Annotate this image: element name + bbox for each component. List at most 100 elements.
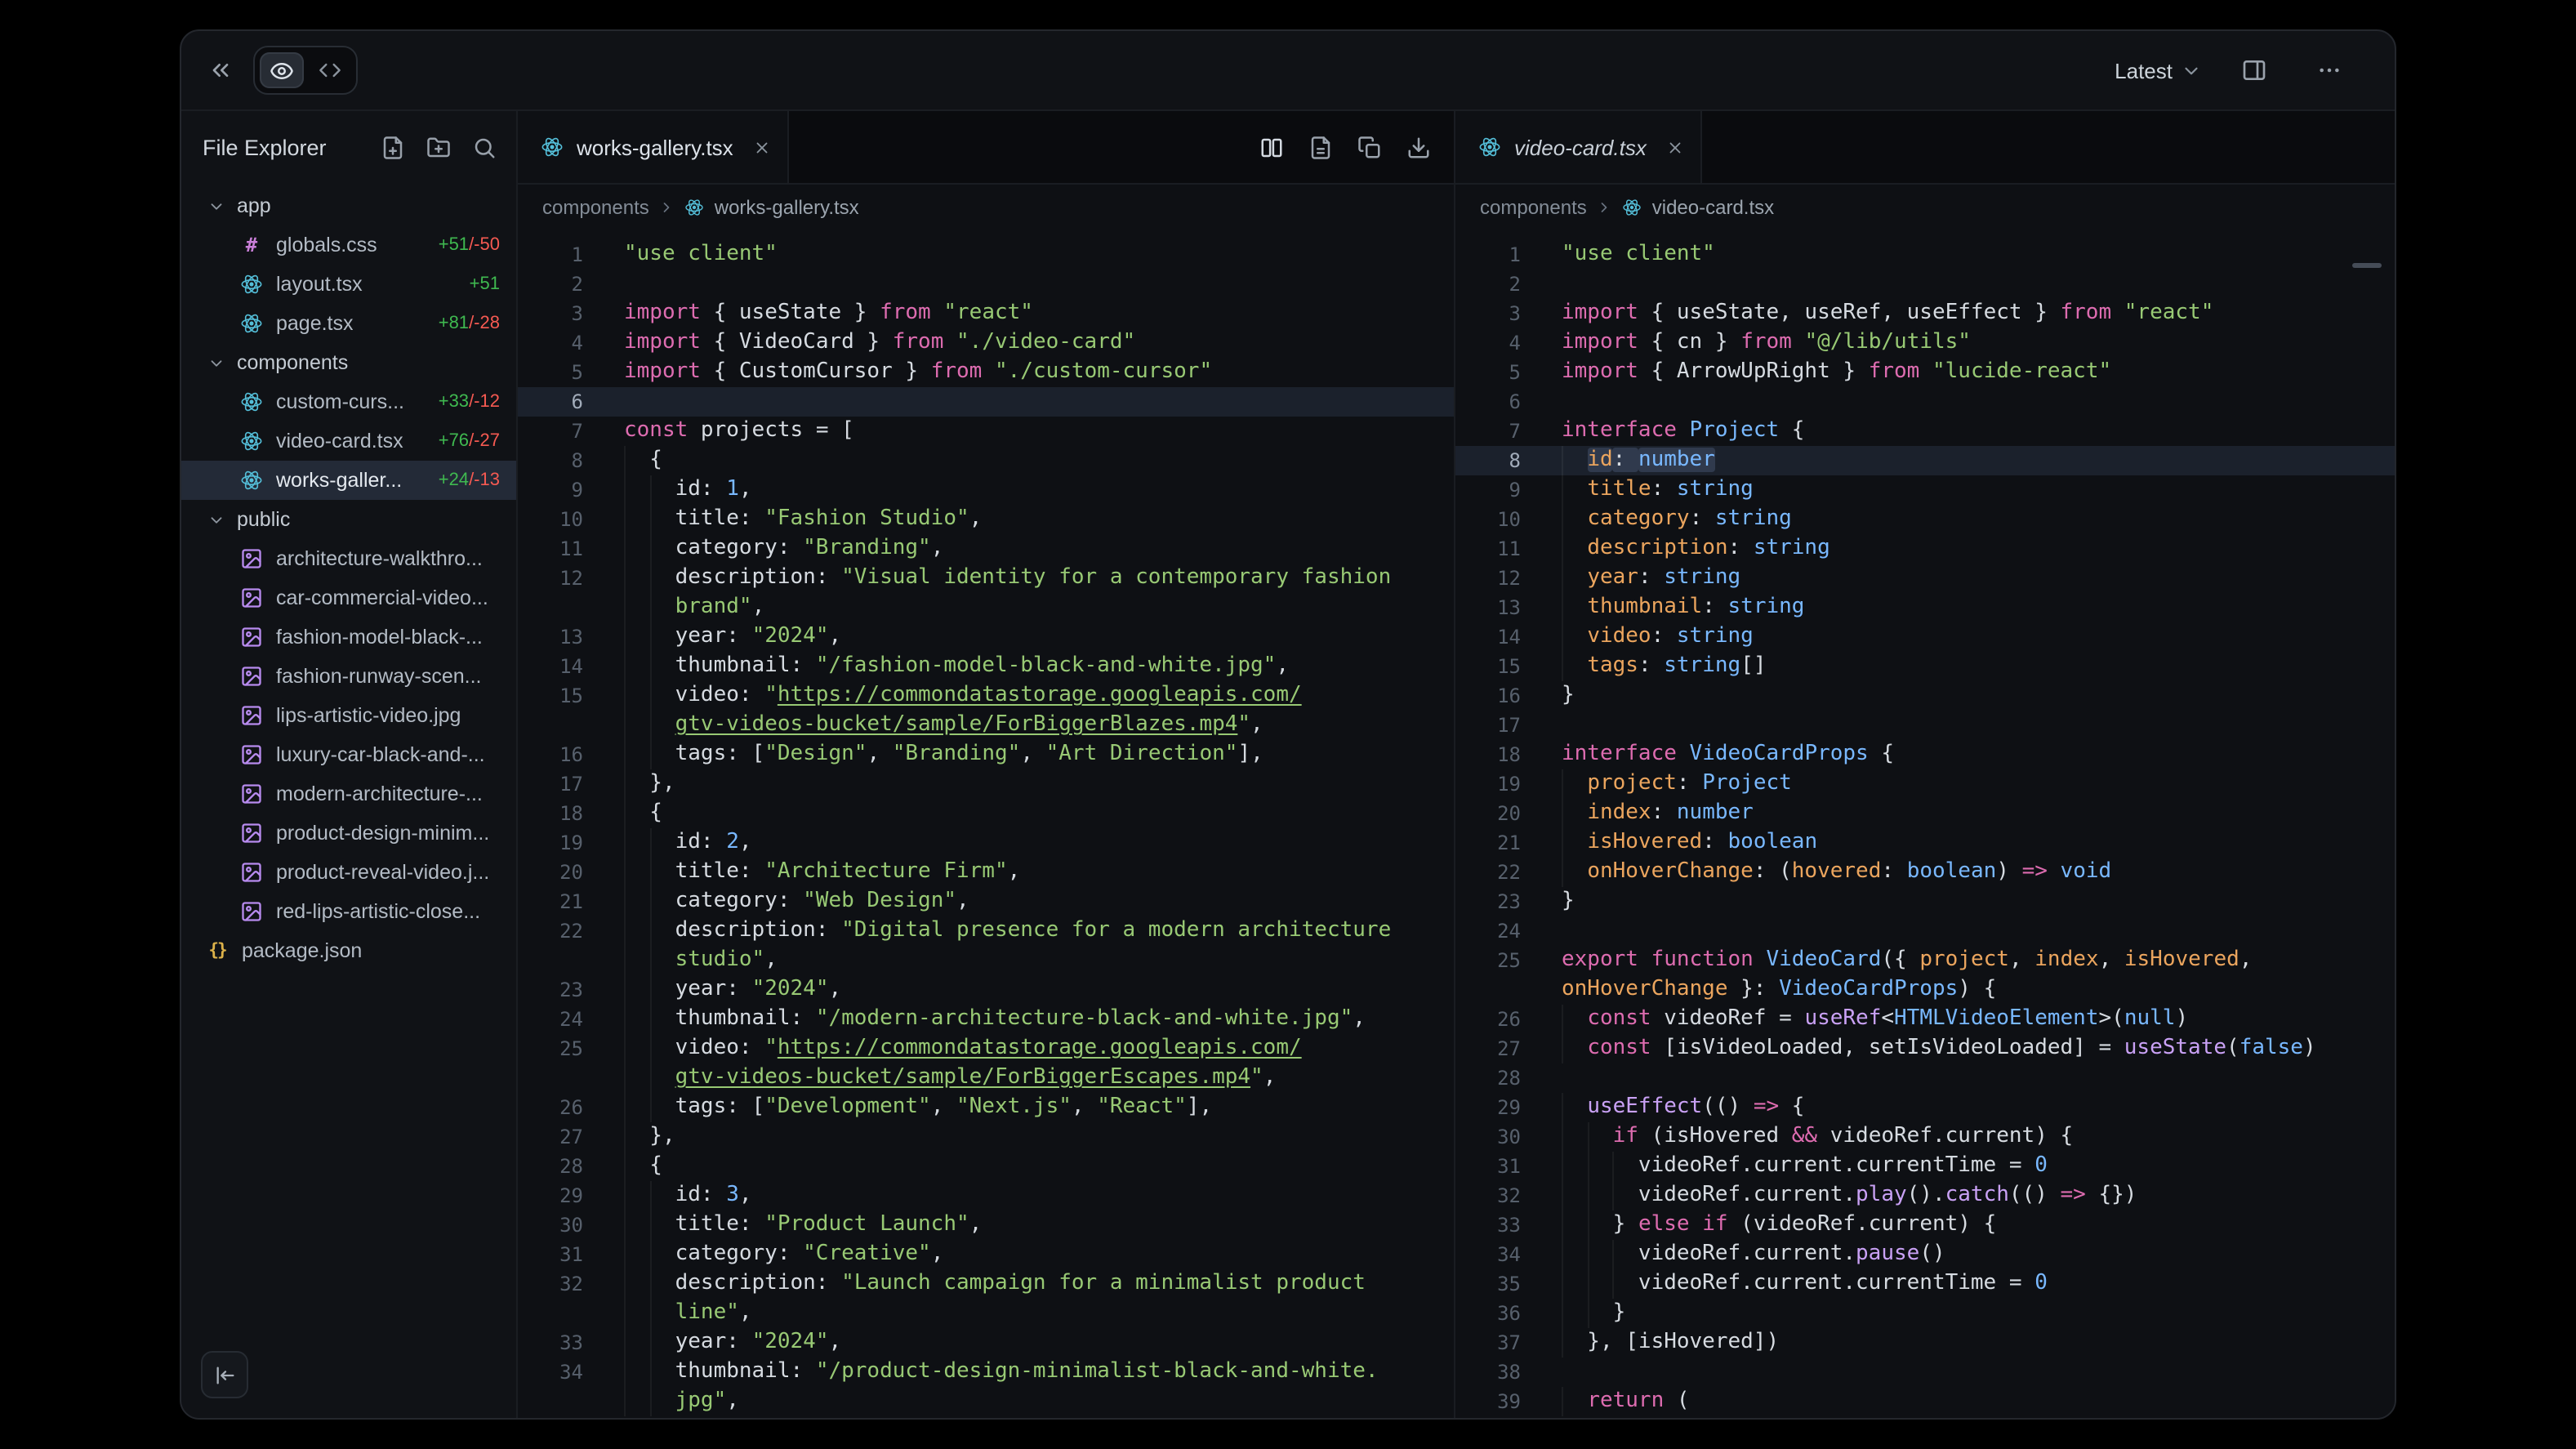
code-line[interactable]: 34 videoRef.current.pause(): [1455, 1240, 2395, 1269]
tree-item[interactable]: layout.tsx+51: [181, 265, 516, 304]
code-line[interactable]: 30 if (isHovered && videoRef.current) {: [1455, 1122, 2395, 1152]
more-menu-button[interactable]: [2306, 47, 2352, 93]
preview-toggle-button[interactable]: [260, 52, 304, 88]
code-line[interactable]: line",: [518, 1299, 1454, 1328]
tree-item[interactable]: architecture-walkthro...: [181, 539, 516, 578]
code-line[interactable]: 9 id: 1,: [518, 475, 1454, 505]
code-line[interactable]: 4import { cn } from "@/lib/utils": [1455, 328, 2395, 358]
tree-folder[interactable]: app: [181, 186, 516, 225]
code-line[interactable]: 12 description: "Visual identity for a c…: [518, 564, 1454, 593]
code-line[interactable]: 23}: [1455, 887, 2395, 916]
code-line[interactable]: 16 tags: ["Design", "Branding", "Art Dir…: [518, 740, 1454, 769]
code-line[interactable]: 25 video: "https://commondatastorage.goo…: [518, 1034, 1454, 1063]
tree-folder[interactable]: components: [181, 343, 516, 382]
code-line[interactable]: 30 title: "Product Launch",: [518, 1210, 1454, 1240]
code-line[interactable]: 26 tags: ["Development", "Next.js", "Rea…: [518, 1093, 1454, 1122]
code-line[interactable]: 21 isHovered: boolean: [1455, 828, 2395, 858]
code-line[interactable]: 2: [518, 270, 1454, 299]
scrollbar-thumb[interactable]: [2352, 263, 2382, 268]
breadcrumb-folder[interactable]: components: [542, 196, 649, 219]
tree-item[interactable]: video-card.tsx+76/-27: [181, 421, 516, 461]
code-line[interactable]: studio",: [518, 946, 1454, 975]
code-line[interactable]: 6: [518, 387, 1454, 417]
tab-video-card[interactable]: video-card.tsx: [1455, 111, 1702, 183]
code-line[interactable]: 1"use client": [518, 240, 1454, 270]
code-line[interactable]: 33 year: "2024",: [518, 1328, 1454, 1358]
code-line[interactable]: 1"use client": [1455, 240, 2395, 270]
copy-icon[interactable]: [1357, 135, 1382, 159]
code-line[interactable]: 20 index: number: [1455, 799, 2395, 828]
code-line[interactable]: 6: [1455, 387, 2395, 417]
download-icon[interactable]: [1406, 135, 1431, 159]
code-line[interactable]: 13 year: "2024",: [518, 622, 1454, 652]
version-dropdown[interactable]: Latest: [2115, 58, 2202, 82]
code-line[interactable]: 37 }, [isHovered]): [1455, 1328, 2395, 1358]
code-line[interactable]: 27 const [isVideoLoaded, setIsVideoLoade…: [1455, 1034, 2395, 1063]
tree-item[interactable]: product-reveal-video.j...: [181, 853, 516, 892]
code-line[interactable]: 3import { useState } from "react": [518, 299, 1454, 328]
code-line[interactable]: 10 category: string: [1455, 505, 2395, 534]
code-line[interactable]: 14 video: string: [1455, 622, 2395, 652]
code-line[interactable]: jpg",: [518, 1387, 1454, 1416]
tab-works-gallery[interactable]: works-gallery.tsx: [518, 111, 789, 183]
new-folder-icon[interactable]: [426, 135, 451, 159]
tree-item[interactable]: fashion-model-black-...: [181, 617, 516, 657]
tree-item[interactable]: product-design-minim...: [181, 814, 516, 853]
code-editor-right[interactable]: 1"use client"23import { useState, useRef…: [1455, 230, 2395, 1418]
code-line[interactable]: 17 },: [518, 769, 1454, 799]
code-line[interactable]: 3import { useState, useRef, useEffect } …: [1455, 299, 2395, 328]
code-line[interactable]: 31 videoRef.current.currentTime = 0: [1455, 1152, 2395, 1181]
split-columns-icon[interactable]: [1259, 135, 1284, 159]
new-file-icon[interactable]: [381, 135, 405, 159]
code-line[interactable]: 7const projects = [: [518, 417, 1454, 446]
code-line[interactable]: 32 description: "Launch campaign for a m…: [518, 1269, 1454, 1299]
tree-item[interactable]: lips-artistic-video.jpg: [181, 696, 516, 735]
code-line[interactable]: 10 title: "Fashion Studio",: [518, 505, 1454, 534]
code-line[interactable]: 11 description: string: [1455, 534, 2395, 564]
code-line[interactable]: 2: [1455, 270, 2395, 299]
code-line[interactable]: 29 id: 3,: [518, 1181, 1454, 1210]
code-line[interactable]: 28: [1455, 1063, 2395, 1093]
code-line[interactable]: 25export function VideoCard({ project, i…: [1455, 946, 2395, 975]
code-line[interactable]: 38: [1455, 1358, 2395, 1387]
code-line[interactable]: 27 },: [518, 1122, 1454, 1152]
code-line[interactable]: 24: [1455, 916, 2395, 946]
code-line[interactable]: 8 {: [518, 446, 1454, 475]
code-line[interactable]: 19 id: 2,: [518, 828, 1454, 858]
code-line[interactable]: brand",: [518, 593, 1454, 622]
breadcrumb-file[interactable]: works-gallery.tsx: [715, 196, 859, 219]
code-line[interactable]: 31 category: "Creative",: [518, 1240, 1454, 1269]
code-line[interactable]: 15 tags: string[]: [1455, 652, 2395, 681]
code-line[interactable]: 17: [1455, 711, 2395, 740]
code-toggle-button[interactable]: [307, 52, 351, 88]
code-line[interactable]: gtv-videos-bucket/sample/ForBiggerBlazes…: [518, 711, 1454, 740]
code-line[interactable]: 35 videoRef.current.currentTime = 0: [1455, 1269, 2395, 1299]
code-line[interactable]: 28 {: [518, 1152, 1454, 1181]
code-line[interactable]: 7interface Project {: [1455, 417, 2395, 446]
tree-item[interactable]: modern-architecture-...: [181, 774, 516, 814]
code-line[interactable]: 26 const videoRef = useRef<HTMLVideoElem…: [1455, 1005, 2395, 1034]
code-line[interactable]: 18 {: [518, 799, 1454, 828]
code-line[interactable]: 23 year: "2024",: [518, 975, 1454, 1005]
tree-item[interactable]: red-lips-artistic-close...: [181, 892, 516, 931]
code-line[interactable]: 14 thumbnail: "/fashion-model-black-and-…: [518, 652, 1454, 681]
code-line[interactable]: 18interface VideoCardProps {: [1455, 740, 2395, 769]
code-line[interactable]: 15 video: "https://commondatastorage.goo…: [518, 681, 1454, 711]
code-line[interactable]: 13 thumbnail: string: [1455, 593, 2395, 622]
close-icon[interactable]: [753, 138, 771, 156]
search-icon[interactable]: [472, 135, 497, 159]
code-line[interactable]: 16}: [1455, 681, 2395, 711]
code-line[interactable]: 20 title: "Architecture Firm",: [518, 858, 1454, 887]
code-line[interactable]: 29 useEffect(() => {: [1455, 1093, 2395, 1122]
collapse-panel-button[interactable]: [198, 47, 243, 93]
breadcrumb-folder[interactable]: components: [1480, 196, 1587, 219]
code-line[interactable]: 4import { VideoCard } from "./video-card…: [518, 328, 1454, 358]
code-line[interactable]: 5import { CustomCursor } from "./custom-…: [518, 358, 1454, 387]
tree-item[interactable]: luxury-car-black-and-...: [181, 735, 516, 774]
code-line[interactable]: 22 onHoverChange: (hovered: boolean) => …: [1455, 858, 2395, 887]
panel-layout-button[interactable]: [2231, 47, 2277, 93]
code-editor-left[interactable]: 1"use client"23import { useState } from …: [518, 230, 1454, 1418]
code-line[interactable]: 5import { ArrowUpRight } from "lucide-re…: [1455, 358, 2395, 387]
tree-folder[interactable]: public: [181, 500, 516, 539]
code-line[interactable]: 33 } else if (videoRef.current) {: [1455, 1210, 2395, 1240]
